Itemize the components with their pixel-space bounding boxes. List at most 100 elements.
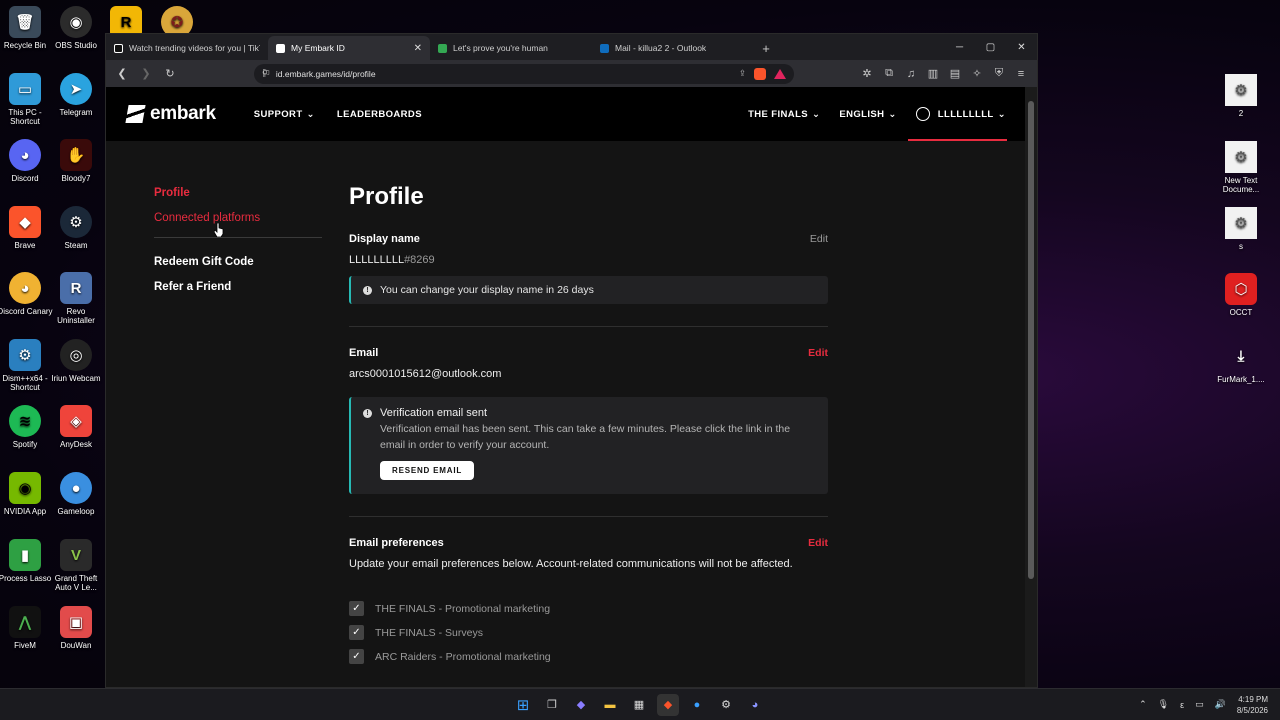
vpn-icon[interactable]: ⛨ [989, 64, 1009, 84]
discord-taskbar-icon[interactable]: ◕ [744, 694, 766, 716]
maximize-icon[interactable]: ▢ [975, 34, 1006, 60]
desktop-icon-dism[interactable]: ⚙ Dism++x64 - Shortcut [0, 339, 53, 392]
verification-title: Verification email sent [380, 407, 487, 419]
checkbox-checked[interactable]: ✓ [349, 625, 364, 640]
nav-user-menu[interactable]: LLLLLLLLL ⌄ [915, 107, 1006, 121]
edit-display-name-button[interactable]: Edit [810, 233, 828, 245]
chevron-up-icon[interactable]: ⌃ [1139, 699, 1147, 710]
desktop-icon-steam[interactable]: ⚙ Steam [48, 206, 104, 250]
desktop-icon-discord[interactable]: ◕ Discord [0, 139, 53, 183]
music-icon[interactable]: ♫ [901, 64, 921, 84]
download-icon: ⤓ [1237, 347, 1245, 365]
leo-icon[interactable]: ✧ [967, 64, 987, 84]
desktop-icon-occt[interactable]: ⬡ OCCT [1213, 273, 1269, 317]
forward-icon[interactable]: ❯ [136, 64, 156, 84]
share-icon[interactable]: ⇪ [739, 68, 746, 79]
desktop-icon-file-2[interactable]: ⚙ 2 [1213, 74, 1269, 118]
tab-outlook[interactable]: Mail - killua2 2 - Outlook [592, 36, 754, 60]
tab-captcha[interactable]: Let's prove you're human [430, 36, 592, 60]
email-preferences-description: Update your email preferences below. Acc… [349, 558, 793, 570]
task-view-icon[interactable]: ❐ [541, 694, 563, 716]
nvidia-icon: ◉ [9, 472, 41, 504]
display-name-section: Display name Edit LLLLLLLLL#8269 ! You c… [349, 233, 828, 304]
nav-support[interactable]: SUPPORT ⌄ [254, 109, 315, 120]
volume-icon[interactable]: 🔊 [1215, 699, 1226, 710]
wallet-icon[interactable]: ▤ [945, 64, 965, 84]
desktop-icon-spotify[interactable]: ≋ Spotify [0, 405, 53, 449]
process-lasso-icon: ▮ [9, 539, 41, 571]
brave-taskbar-icon[interactable]: ◆ [657, 693, 679, 716]
nav-the-finals[interactable]: THE FINALS ⌄ [748, 109, 820, 120]
desktop-icon-process-lasso[interactable]: ▮ Process Lasso [0, 539, 53, 583]
chevron-down-icon: ⌄ [997, 108, 1006, 120]
bookmark-icon[interactable]: ⚐ [256, 64, 276, 84]
sidebar-item-connected-platforms[interactable]: Connected platforms [154, 212, 324, 224]
new-tab-button[interactable]: + [754, 36, 778, 60]
network-icon[interactable]: ▭ [1195, 699, 1204, 710]
steam-taskbar-icon[interactable]: ⚙ [715, 694, 737, 716]
email-section: Email Edit arcs0001015612@outlook.com ! … [349, 347, 828, 494]
desktop-icon-bloody7[interactable]: ✋ Bloody7 [48, 139, 104, 183]
embark-icon [276, 43, 285, 53]
brave-rewards-icon[interactable] [774, 68, 786, 79]
microphone-icon[interactable]: 🎙 [1158, 699, 1169, 710]
tab-embark[interactable]: My Embark ID ✕ [268, 36, 430, 60]
desktop-icon-douwan[interactable]: ▣ DouWan [48, 606, 104, 650]
close-tab-icon[interactable]: ✕ [414, 43, 422, 54]
page-scrollbar[interactable] [1025, 87, 1037, 687]
desktop-icon-discord-canary[interactable]: ◕ Discord Canary [0, 272, 53, 316]
desktop-icon-fivem[interactable]: ⋀ FiveM [0, 606, 53, 650]
copilot-icon[interactable]: ◆ [570, 694, 592, 716]
desktop-icon-recycle-bin[interactable]: 🗑 Recycle Bin [0, 6, 53, 50]
pref-row: ✓ THE FINALS - Surveys [349, 625, 828, 640]
store-icon[interactable]: ▦ [628, 694, 650, 716]
tab-tiktok[interactable]: Watch trending videos for you | TikTok [106, 36, 268, 60]
edge-icon[interactable]: ● [686, 694, 708, 716]
checkbox-checked[interactable]: ✓ [349, 649, 364, 664]
desktop-icon-nvidia[interactable]: ◉ NVIDIA App [0, 472, 53, 516]
scrollbar-thumb[interactable] [1028, 101, 1034, 579]
desktop-icon-revo[interactable]: R Revo Uninstaller [48, 272, 104, 325]
close-window-icon[interactable]: ✕ [1006, 34, 1037, 60]
desktop-icon-new-text[interactable]: ⚙ New Text Docume... [1213, 141, 1269, 194]
spotify-icon: ≋ [9, 405, 41, 437]
resend-email-button[interactable]: RESEND EMAIL [380, 461, 475, 480]
start-icon[interactable]: ⊞ [512, 694, 534, 716]
language-icon[interactable]: ε [1180, 700, 1184, 710]
extensions-icon[interactable]: ✲ [857, 64, 877, 84]
desktop-icon-this-pc[interactable]: ▭ This PC - Shortcut [0, 73, 53, 126]
checkbox-checked[interactable]: ✓ [349, 601, 364, 616]
address-bar[interactable]: ⚲ id.embark.games/id/profile ⇪ [254, 63, 794, 84]
embark-logo[interactable]: embark [125, 103, 216, 125]
menu-icon[interactable]: ≡ [1011, 64, 1031, 84]
back-icon[interactable]: ❮ [112, 64, 132, 84]
desktop-icon-furmark[interactable]: ⤓ FurMark_1.... [1213, 340, 1269, 385]
desktop-icon-anydesk[interactable]: ◈ AnyDesk [48, 405, 104, 449]
email-value: arcs0001015612@outlook.com [349, 368, 502, 380]
desktop-icon-gameloop[interactable]: ● Gameloop [48, 472, 104, 516]
screenshot-icon[interactable]: ⧉ [879, 64, 899, 84]
clock[interactable]: 4:19 PM 8/5/2026 [1237, 694, 1268, 716]
sidebar-item-profile[interactable]: Profile [154, 187, 324, 199]
desktop-icon-obs[interactable]: ◉ OBS Studio [48, 6, 104, 50]
desktop-icon-file-s[interactable]: ⚙ s [1213, 207, 1269, 251]
sidebar-icon[interactable]: ▥ [923, 64, 943, 84]
desktop-icon-iriun[interactable]: ◎ Iriun Webcam [48, 339, 104, 383]
desktop-icon-brave[interactable]: ◆ Brave [0, 206, 53, 250]
edit-email-button[interactable]: Edit [808, 347, 828, 359]
discord-icon: ◕ [9, 139, 41, 171]
taskbar-apps: ⊞ ❐ ◆ ▬ ▦ ◆ ● ⚙ ◕ [512, 693, 766, 716]
nav-leaderboards[interactable]: LEADERBOARDS [337, 109, 422, 120]
sidebar-item-redeem[interactable]: Redeem Gift Code [154, 256, 324, 268]
email-preferences-section: Email preferences Edit Update your email… [349, 537, 828, 664]
minimize-icon[interactable]: ─ [944, 34, 975, 60]
edit-preferences-button[interactable]: Edit [808, 537, 828, 549]
reload-icon[interactable]: ↻ [160, 64, 180, 84]
sidebar-item-refer[interactable]: Refer a Friend [154, 281, 324, 293]
brave-shield-icon[interactable] [754, 67, 766, 80]
user-menu-active-indicator [908, 139, 1007, 141]
file-explorer-icon[interactable]: ▬ [599, 694, 621, 716]
desktop-icon-gta[interactable]: V Grand Theft Auto V Le... [48, 539, 104, 592]
nav-language[interactable]: ENGLISH ⌄ [839, 109, 896, 120]
desktop-icon-telegram[interactable]: ➤ Telegram [48, 73, 104, 117]
